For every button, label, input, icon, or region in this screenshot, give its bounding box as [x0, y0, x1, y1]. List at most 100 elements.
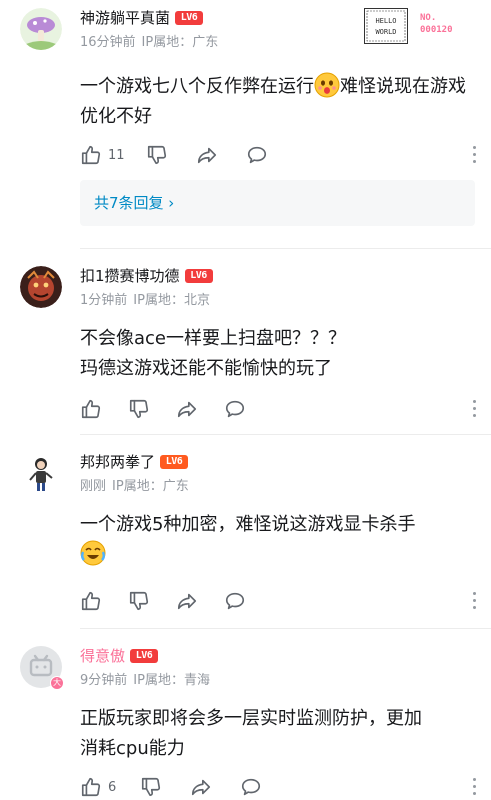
avatar[interactable] — [20, 8, 62, 50]
thumb-down-icon — [129, 399, 149, 419]
thumb-up-icon — [81, 399, 101, 419]
comment-text-part1: 一个游戏七八个反作弊在运行 — [80, 76, 314, 97]
reply-button[interactable] — [240, 774, 262, 800]
fan-number-badge: NO. 000120 — [420, 12, 468, 40]
ip-location: IP属地：北京 — [133, 293, 210, 308]
share-icon — [197, 147, 217, 164]
comment-icon — [247, 146, 267, 164]
decoration-line2: WORLD — [375, 28, 396, 36]
like-count: 11 — [108, 147, 125, 163]
like-button[interactable]: 6 — [80, 774, 116, 800]
level-badge: LV6 — [130, 648, 159, 663]
comment-actions: 6 — [80, 774, 477, 800]
more-options-button[interactable] — [471, 398, 477, 420]
username-text: 扣1攒赛博功德 — [80, 267, 180, 285]
comment-item: 神游躺平真菌 LV6 HELLO WORLD NO. 000120 16分钟前 IP… — [0, 0, 491, 248]
shocked-emoji-icon — [314, 72, 340, 98]
username-text: 邦邦两拳了 — [80, 453, 156, 471]
thumb-down-icon — [147, 145, 167, 165]
comment-text-line: 一个游戏5种加密，难怪说这游戏显卡杀手 — [80, 514, 416, 535]
ip-location: IP属地：青海 — [133, 673, 210, 688]
comment-text: 正版玩家即将会多一层实时监测防护，更加 消耗cpu能力 — [80, 704, 475, 764]
share-icon — [177, 401, 197, 418]
comment-time: 9分钟前 — [80, 673, 128, 688]
share-icon — [191, 779, 211, 796]
comment-actions: 11 — [80, 142, 477, 168]
comment-text-line: 玛德这游戏还能不能愉快的玩了 — [80, 358, 332, 379]
username[interactable]: 得意傲 LV6 — [80, 646, 159, 666]
crying-laugh-emoji-icon — [80, 540, 106, 566]
comment-text: 一个游戏5种加密，难怪说这游戏显卡杀手 — [80, 510, 475, 570]
share-button[interactable] — [190, 774, 212, 800]
view-replies-button[interactable]: 共7条回复 › — [80, 180, 475, 226]
thumb-up-icon — [81, 777, 101, 797]
comment-text-line: 正版玩家即将会多一层实时监测防护，更加 — [80, 708, 422, 729]
comment-time: 刚刚 — [80, 479, 107, 494]
reply-button[interactable] — [224, 396, 246, 422]
comment-text-line: 消耗cpu能力 — [80, 738, 185, 759]
more-vertical-icon — [472, 778, 476, 781]
avatar[interactable] — [20, 452, 62, 494]
vip-badge-icon: 大 — [50, 676, 64, 690]
thumb-up-icon — [81, 591, 101, 611]
level-badge: LV6 — [160, 454, 189, 469]
thumb-down-icon — [141, 777, 161, 797]
decoration-line1: HELLO — [375, 17, 396, 25]
dislike-button[interactable] — [140, 774, 162, 800]
reply-button[interactable] — [246, 142, 268, 168]
more-options-button[interactable] — [471, 144, 477, 166]
avatar[interactable]: 大 — [20, 646, 64, 690]
thumb-up-icon — [81, 145, 101, 165]
comment-text-line: 不会像ace一样要上扫盘吧？？？ — [80, 328, 346, 349]
avatar[interactable] — [20, 266, 62, 308]
share-button[interactable] — [176, 396, 198, 422]
comment-meta: 刚刚 IP属地：广东 — [80, 478, 195, 496]
comment-item: 大 得意傲 LV6 9分钟前 IP属地：青海 正版玩家即将会多一层实时监测防护，更加… — [0, 628, 491, 800]
more-options-button[interactable] — [471, 590, 477, 612]
like-button[interactable] — [80, 396, 102, 422]
dislike-button[interactable] — [146, 142, 168, 168]
share-icon — [177, 593, 197, 610]
share-button[interactable] — [176, 588, 198, 614]
username-text: 得意傲 — [80, 647, 126, 665]
dislike-button[interactable] — [128, 396, 150, 422]
comment-icon — [225, 592, 245, 610]
username[interactable]: 邦邦两拳了 LV6 — [80, 452, 189, 472]
username[interactable]: 扣1攒赛博功德 LV6 — [80, 266, 213, 286]
comment-text: 一个游戏七八个反作弊在运行 难怪说现在游戏优化不好 — [80, 72, 475, 132]
comment-item: 扣1攒赛博功德 LV6 1分钟前 IP属地：北京 不会像ace一样要上扫盘吧？？？ … — [0, 248, 491, 434]
level-badge: LV6 — [184, 268, 213, 283]
like-button[interactable] — [80, 588, 102, 614]
comment-actions — [80, 588, 477, 614]
more-vertical-icon — [472, 592, 476, 595]
comment-time: 16分钟前 — [80, 35, 136, 50]
ip-location: IP属地：广东 — [112, 479, 189, 494]
comment-text: 不会像ace一样要上扫盘吧？？？ 玛德这游戏还能不能愉快的玩了 — [80, 324, 475, 384]
comment-meta: 1分钟前 IP属地：北京 — [80, 292, 216, 310]
emoji-line — [80, 540, 475, 570]
comment-actions — [80, 396, 477, 422]
share-button[interactable] — [196, 142, 218, 168]
thumb-down-icon — [129, 591, 149, 611]
level-badge: LV6 — [175, 10, 204, 25]
comment-meta: 9分钟前 IP属地：青海 — [80, 672, 216, 690]
comment-icon — [241, 778, 261, 796]
hello-world-decoration: HELLO WORLD — [364, 8, 408, 44]
reply-button[interactable] — [224, 588, 246, 614]
fan-number-value: 000120 — [420, 25, 453, 35]
like-button[interactable]: 11 — [80, 142, 125, 168]
more-vertical-icon — [472, 146, 476, 149]
comment-item: 邦邦两拳了 LV6 刚刚 IP属地：广东 一个游戏5种加密，难怪说这游戏显卡杀手 — [0, 434, 491, 628]
comment-icon — [225, 400, 245, 418]
like-count: 6 — [108, 779, 117, 795]
username-text: 神游躺平真菌 — [80, 9, 171, 27]
username[interactable]: 神游躺平真菌 LV6 — [80, 8, 204, 28]
ip-location: IP属地：广东 — [141, 35, 219, 50]
comment-time: 1分钟前 — [80, 293, 128, 308]
comment-meta: 16分钟前 IP属地：广东 — [80, 34, 224, 52]
more-vertical-icon — [472, 400, 476, 403]
dislike-button[interactable] — [128, 588, 150, 614]
more-options-button[interactable] — [471, 776, 477, 798]
fan-number-label: NO. — [420, 13, 437, 23]
replies-label: 共7条回复 › — [94, 194, 175, 212]
